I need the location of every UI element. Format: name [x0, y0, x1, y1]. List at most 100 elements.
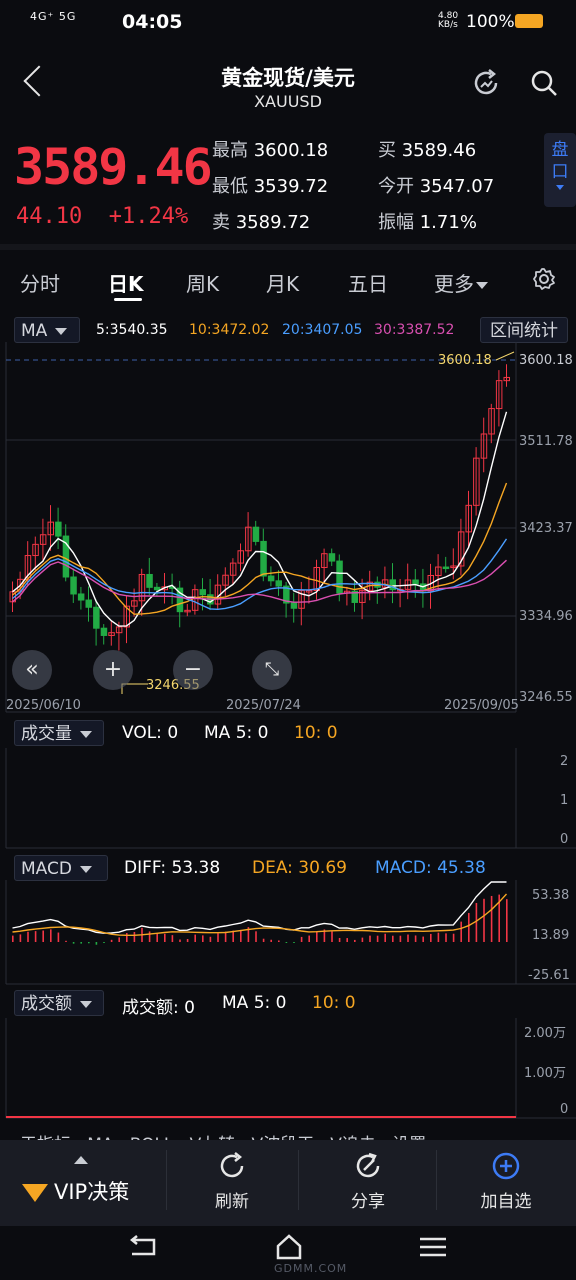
menu-nav-icon[interactable]	[418, 1236, 448, 1258]
turnover-ma5: MA 5: 0	[222, 993, 287, 1013]
candle-body	[85, 599, 92, 608]
active-tab-indicator	[114, 298, 142, 301]
scroll-left-button[interactable]: «	[12, 650, 52, 690]
macd-bar	[308, 935, 310, 942]
y-tick-4: 3334.96	[519, 609, 573, 624]
x-label-mid: 2025/07/24	[226, 698, 301, 713]
volume-chart	[5, 748, 576, 849]
tab-daily-k[interactable]: 日K	[108, 268, 144, 297]
battery-icon	[515, 14, 543, 28]
macd-bar	[430, 933, 432, 942]
y-tick-2: 3511.78	[519, 434, 573, 449]
section-divider	[0, 244, 576, 250]
fullscreen-button[interactable]: ⤡	[252, 650, 292, 690]
macd-bar	[285, 942, 288, 943]
ma20-value: 20:3407.05	[282, 322, 363, 338]
share-icon	[356, 1152, 380, 1178]
candle-body	[275, 580, 282, 587]
macd-bar	[437, 932, 440, 942]
x-label-end: 2025/09/05	[444, 698, 519, 713]
refresh-button[interactable]: 刷新	[196, 1150, 268, 1212]
macd-chart	[5, 880, 576, 985]
vol-tick-1: 2	[560, 754, 569, 769]
status-bar: 4G⁺ 5G 04:05 4.80 KB/s 100%	[0, 0, 576, 44]
macd-bar	[110, 939, 113, 942]
expand-up-icon[interactable]	[74, 1156, 88, 1164]
low-stat: 最低 3539.72	[212, 176, 329, 197]
macd-bar	[156, 933, 158, 942]
macd-bar	[103, 942, 105, 944]
macd-bar	[270, 939, 272, 942]
macd-bar	[133, 931, 136, 942]
ma5-value: 5:3540.35	[96, 322, 168, 338]
macd-bar	[65, 940, 67, 942]
macd-value: MACD: 45.38	[375, 858, 486, 878]
zoom-out-button[interactable]: −	[173, 650, 213, 690]
macd-bar	[475, 902, 478, 942]
share-button[interactable]: 分享	[332, 1150, 404, 1212]
macd-bar	[179, 939, 181, 942]
macd-bar	[369, 935, 371, 942]
range-stats-button[interactable]: 区间统计	[480, 317, 568, 343]
turnover-indicator-select[interactable]: 成交额	[14, 990, 104, 1016]
macd-bar	[331, 931, 333, 942]
macd-bar	[27, 931, 29, 942]
add-watchlist-button[interactable]: 加自选	[470, 1150, 542, 1212]
macd-bar	[95, 942, 98, 945]
volume-value: VOL: 0	[122, 723, 179, 743]
macd-bar	[80, 942, 82, 944]
gear-icon[interactable]	[532, 267, 556, 291]
macd-bar	[118, 937, 120, 942]
candle-body	[153, 586, 161, 591]
vol-tick-2: 1	[560, 793, 569, 808]
tab-five-day[interactable]: 五日	[348, 268, 388, 297]
macd-bar	[300, 936, 303, 942]
order-book-button[interactable]: 盘口	[544, 133, 576, 207]
search-icon[interactable]	[528, 67, 560, 99]
turnover-tick-3: 0	[560, 1102, 569, 1117]
macd-bar	[12, 935, 14, 942]
ma30-line	[12, 559, 507, 603]
refresh-icon[interactable]	[470, 67, 502, 99]
status-time: 04:05	[122, 11, 183, 33]
tab-intraday[interactable]: 分时	[20, 268, 60, 297]
macd-bar	[407, 934, 409, 942]
zoom-in-button[interactable]: +	[93, 650, 133, 690]
watermark: GDMM.COM	[274, 1262, 348, 1275]
macd-tick-2: 13.89	[532, 928, 570, 943]
macd-bar	[316, 931, 318, 942]
vip-decision-button[interactable]: VIP决策	[22, 1176, 129, 1206]
tab-monthly-k[interactable]: 月K	[266, 268, 299, 297]
tab-more[interactable]: 更多	[434, 268, 488, 297]
macd-dea-line	[12, 893, 508, 936]
sell-stat: 卖 3589.72	[212, 212, 311, 233]
candle-body	[260, 540, 267, 577]
volume-ma5: MA 5: 0	[204, 723, 269, 743]
macd-bar	[506, 899, 508, 942]
macd-tick-1: 53.38	[532, 888, 570, 903]
macd-bar	[209, 936, 212, 942]
back-nav-icon[interactable]	[128, 1234, 158, 1258]
x-label-start: 2025/06/10	[6, 698, 81, 713]
macd-bar	[452, 933, 455, 942]
vip-diamond-icon	[22, 1184, 48, 1202]
macd-bar	[126, 933, 128, 942]
high-stat: 最高 3600.18	[212, 140, 329, 161]
buy-stat: 买 3589.46	[378, 140, 477, 161]
macd-bar	[384, 933, 386, 942]
home-nav-icon[interactable]	[274, 1232, 304, 1262]
macd-bar	[88, 942, 90, 944]
macd-bar	[445, 933, 447, 942]
macd-indicator-select[interactable]: MACD	[14, 855, 108, 881]
network-speed: 4.80 KB/s	[438, 11, 459, 30]
macd-bar	[240, 929, 242, 942]
ma-indicator-select[interactable]: MA	[14, 317, 80, 343]
macd-diff: DIFF: 53.38	[124, 858, 221, 878]
macd-dea: DEA: 30.69	[252, 858, 347, 878]
candle-body	[93, 606, 100, 629]
tab-weekly-k[interactable]: 周K	[186, 268, 219, 297]
volume-indicator-select[interactable]: 成交量	[14, 720, 104, 746]
macd-bar	[468, 912, 470, 942]
macd-bar	[194, 934, 196, 942]
ma20-line	[12, 538, 508, 611]
